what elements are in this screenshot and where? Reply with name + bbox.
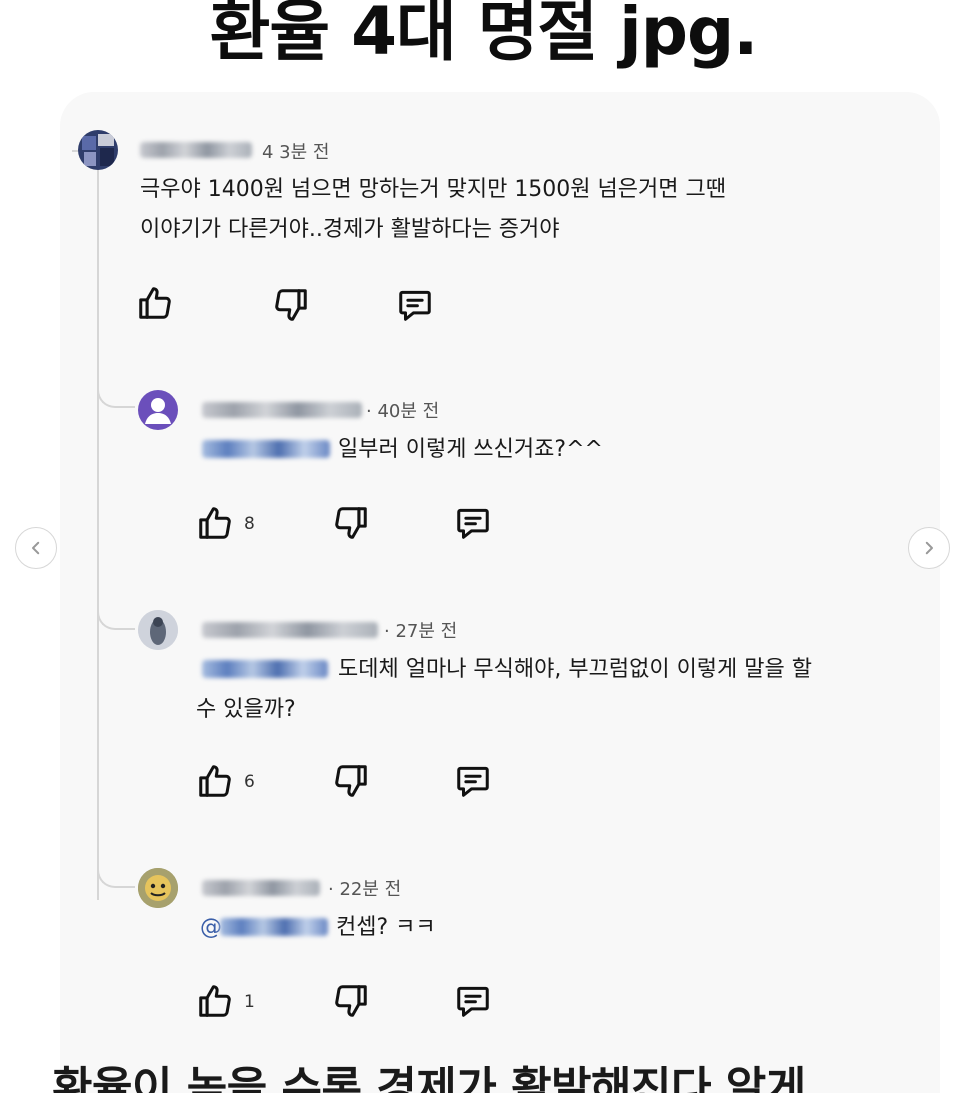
like-button[interactable] — [196, 982, 234, 1020]
comment-icon — [457, 508, 489, 539]
like-button[interactable] — [136, 284, 174, 322]
comment-text-line: 극우야 1400원 넘으면 망하는거 맞지만 1500원 넘은거면 그땐 — [140, 177, 726, 202]
dislike-button[interactable] — [332, 762, 370, 800]
comment-icon — [457, 986, 489, 1017]
chevron-right-icon — [925, 541, 933, 555]
comment-time: 4 3분 전 — [262, 142, 330, 163]
post-title: 환율 4대 명절 jpg. — [209, 0, 759, 70]
like-count: 8 — [244, 514, 255, 534]
comment-icon — [399, 290, 431, 321]
thumbs-up-icon — [199, 507, 231, 539]
avatar[interactable] — [138, 868, 178, 908]
comment-text-line: 이야기가 다른거야..경제가 활발하다는 증거야 — [140, 217, 560, 242]
mention-prefix: @ — [200, 915, 222, 940]
comment-text-line: 컨셉? ㅋㅋ — [336, 915, 436, 940]
chevron-left-icon — [32, 541, 40, 555]
thumbs-up-icon — [199, 765, 231, 797]
username[interactable] — [140, 142, 252, 158]
mention[interactable] — [220, 918, 328, 936]
username[interactable] — [202, 402, 362, 418]
thumbs-down-icon — [275, 289, 307, 321]
footer-caption: 환율이 높을 수록 경제가 활발해진다 알게 — [52, 1063, 806, 1093]
thumbs-down-icon — [335, 985, 367, 1017]
comment-time: · 27분 전 — [384, 621, 458, 642]
comment-text-line: 도데체 얼마나 무식해야, 부끄럼없이 이렇게 말을 할 — [338, 657, 812, 682]
username[interactable] — [202, 622, 378, 638]
comment-icon — [457, 766, 489, 797]
thread-line — [97, 160, 99, 900]
thumbs-down-icon — [335, 765, 367, 797]
dislike-button[interactable] — [332, 982, 370, 1020]
dislike-button[interactable] — [272, 286, 310, 324]
thread-branch — [97, 848, 135, 888]
avatar[interactable] — [138, 390, 178, 430]
next-button[interactable] — [908, 527, 950, 569]
avatar[interactable] — [78, 130, 118, 170]
prev-button[interactable] — [15, 527, 57, 569]
reply-button[interactable] — [454, 762, 492, 800]
username[interactable] — [202, 880, 320, 896]
thumbs-up-icon — [199, 985, 231, 1017]
like-count: 1 — [244, 992, 255, 1012]
avatar[interactable] — [138, 610, 178, 650]
like-count: 6 — [244, 772, 255, 792]
mention[interactable] — [202, 660, 328, 678]
reply-button[interactable] — [454, 504, 492, 542]
reply-button[interactable] — [396, 286, 434, 324]
mention[interactable] — [202, 440, 330, 458]
thread-branch — [97, 368, 135, 408]
comment-time: · 22분 전 — [328, 879, 402, 900]
comment-text-line: 수 있을까? — [196, 697, 296, 722]
like-button[interactable] — [196, 504, 234, 542]
reply-button[interactable] — [454, 982, 492, 1020]
comment-time: · 40분 전 — [366, 401, 440, 422]
thread-branch — [97, 590, 135, 630]
thumbs-up-icon — [139, 287, 171, 319]
like-button[interactable] — [196, 762, 234, 800]
comment-text-line: 일부러 이렇게 쓰신거죠?^^ — [338, 437, 603, 462]
dislike-button[interactable] — [332, 504, 370, 542]
thumbs-down-icon — [335, 507, 367, 539]
